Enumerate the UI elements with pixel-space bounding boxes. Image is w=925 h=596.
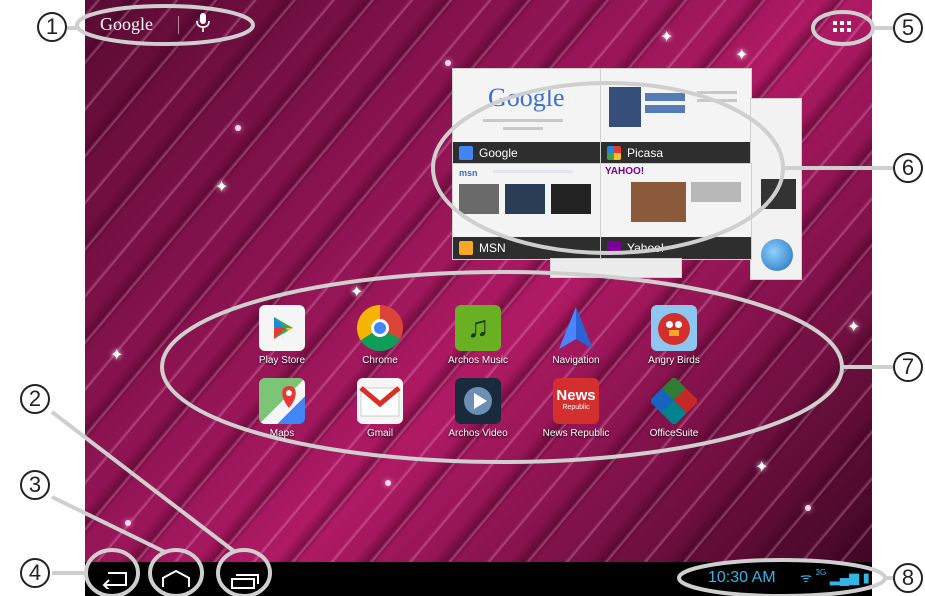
callout-8: 8 bbox=[893, 563, 923, 593]
callout-ellipse-apps-grid bbox=[160, 270, 844, 464]
callout-3: 3 bbox=[20, 470, 50, 500]
callout-2: 2 bbox=[20, 384, 50, 414]
callout-1: 1 bbox=[37, 12, 67, 42]
callout-4: 4 bbox=[20, 558, 50, 588]
callout-ellipse-recent-btn bbox=[216, 548, 272, 596]
callout-ellipse-status bbox=[677, 558, 887, 596]
callout-ellipse-home bbox=[148, 548, 204, 596]
callout-7: 7 bbox=[893, 352, 923, 382]
callout-5: 5 bbox=[893, 13, 923, 43]
callout-ellipse-search bbox=[75, 4, 255, 46]
annotation-overlay bbox=[50, 4, 893, 596]
callout-ellipse-recents bbox=[431, 81, 785, 255]
callout-ellipse-back bbox=[84, 548, 140, 596]
callout-ellipse-apps bbox=[811, 10, 875, 46]
callout-6: 6 bbox=[893, 153, 923, 183]
